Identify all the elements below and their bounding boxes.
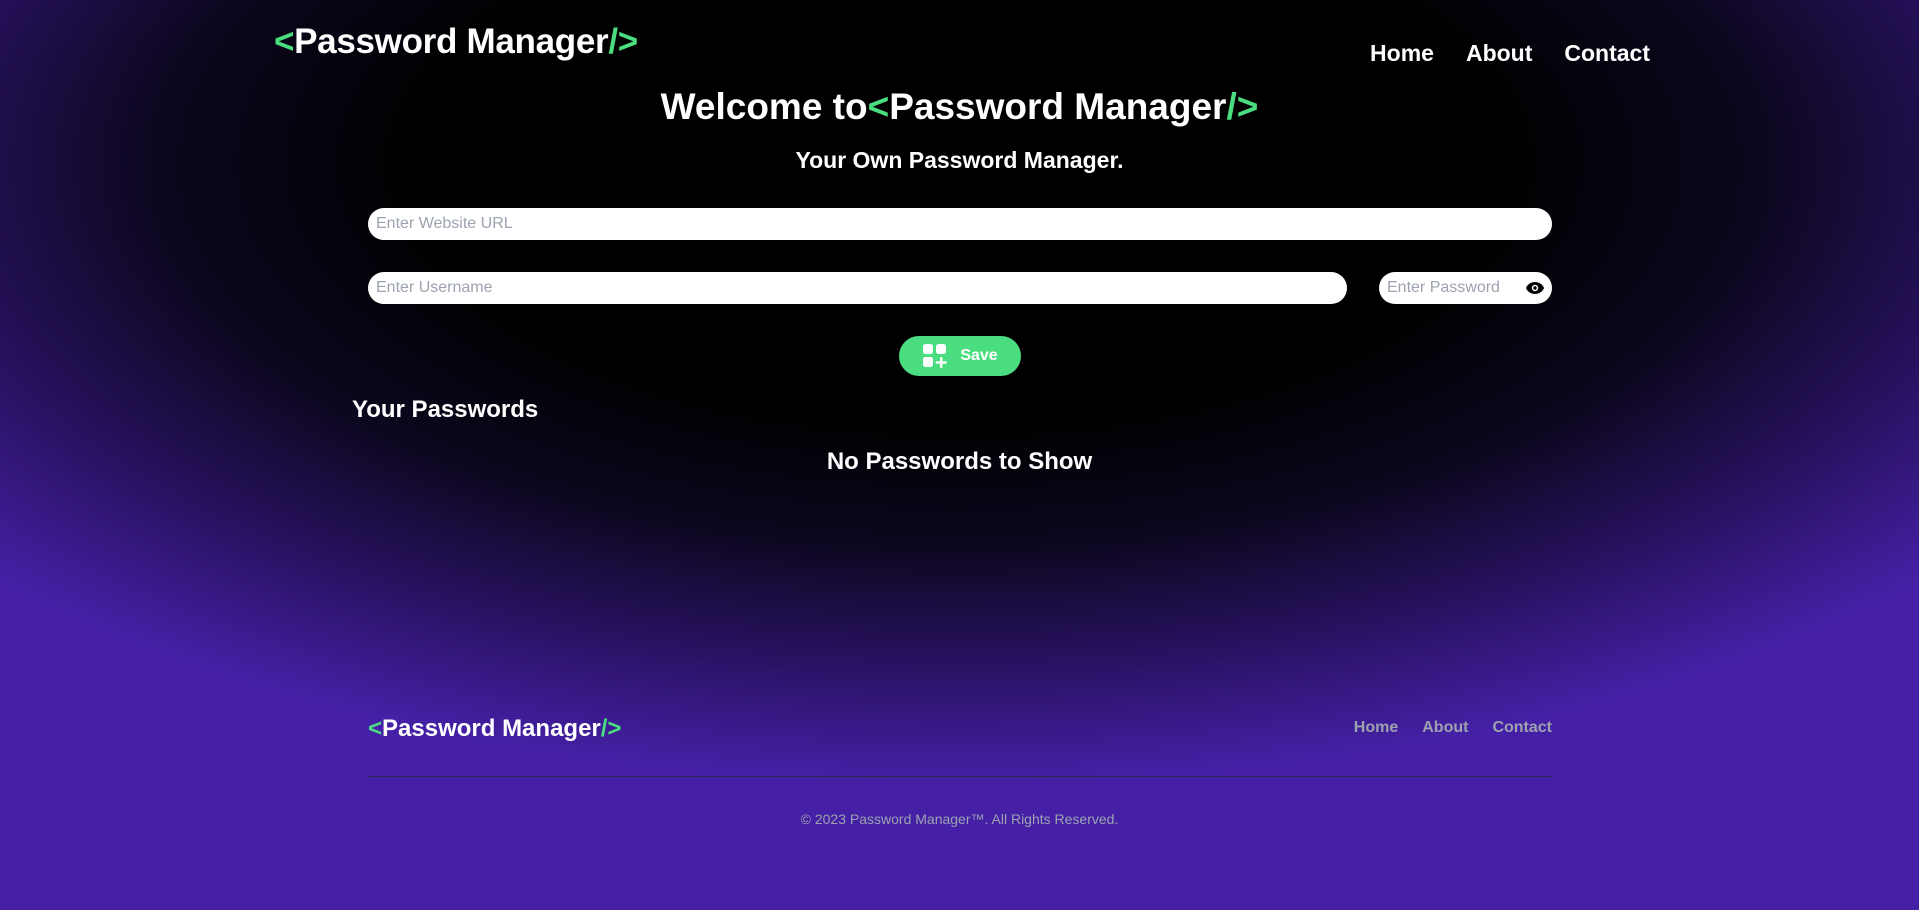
footer-logo-close-bracket: />	[600, 715, 622, 742]
nav-contact-link[interactable]: Contact	[1564, 40, 1650, 67]
password-field	[1379, 272, 1552, 304]
passwords-section-title: Your Passwords	[352, 396, 539, 423]
footer-divider	[368, 776, 1552, 777]
hero-logo-close-bracket: />	[1226, 86, 1259, 127]
grid-plus-icon-svg	[923, 344, 948, 368]
eye-icon[interactable]	[1524, 277, 1546, 299]
website-url-input[interactable]	[368, 208, 1552, 240]
footer-logo[interactable]: <Password Manager/>	[368, 715, 621, 743]
top-navbar: <Password Manager/> Home About Contact	[274, 22, 1650, 72]
eye-icon-svg	[1526, 282, 1544, 294]
nav-about-link[interactable]: About	[1466, 40, 1532, 67]
empty-passwords-message: No Passwords to Show	[826, 448, 1093, 475]
hero-logo-text: Password Manager	[889, 86, 1227, 127]
header-logo[interactable]: <Password Manager/>	[274, 22, 638, 62]
nav-home-link[interactable]: Home	[1370, 40, 1434, 67]
header-nav: Home About Contact	[1370, 40, 1650, 67]
hero-logo-open-bracket: <	[867, 86, 890, 127]
save-button[interactable]: Save	[899, 336, 1021, 376]
logo-close-bracket: />	[608, 22, 638, 61]
footer-about-link[interactable]: About	[1422, 719, 1468, 737]
password-input[interactable]	[1379, 272, 1519, 304]
footer-logo-text: Password Manager	[382, 715, 601, 742]
footer-logo-open-bracket: <	[368, 715, 383, 742]
save-button-label: Save	[960, 347, 998, 364]
logo-text: Password Manager	[294, 22, 609, 61]
hero-title-prefix: Welcome to	[660, 86, 868, 127]
copyright-text: © 2023 Password Manager™. All Rights Res…	[800, 811, 1119, 827]
logo-open-bracket: <	[274, 22, 295, 61]
footer-contact-link[interactable]: Contact	[1492, 719, 1552, 737]
footer-nav: Home About Contact	[1354, 719, 1552, 737]
username-input[interactable]	[368, 272, 1347, 304]
hero-title: Welcome to<Password Manager/>	[0, 86, 1919, 128]
page: <Password Manager/> Home About Contact W…	[0, 0, 1919, 910]
hero-subtitle: Your Own Password Manager.	[795, 147, 1124, 173]
footer-home-link[interactable]: Home	[1354, 719, 1398, 737]
grid-plus-icon	[922, 343, 948, 369]
